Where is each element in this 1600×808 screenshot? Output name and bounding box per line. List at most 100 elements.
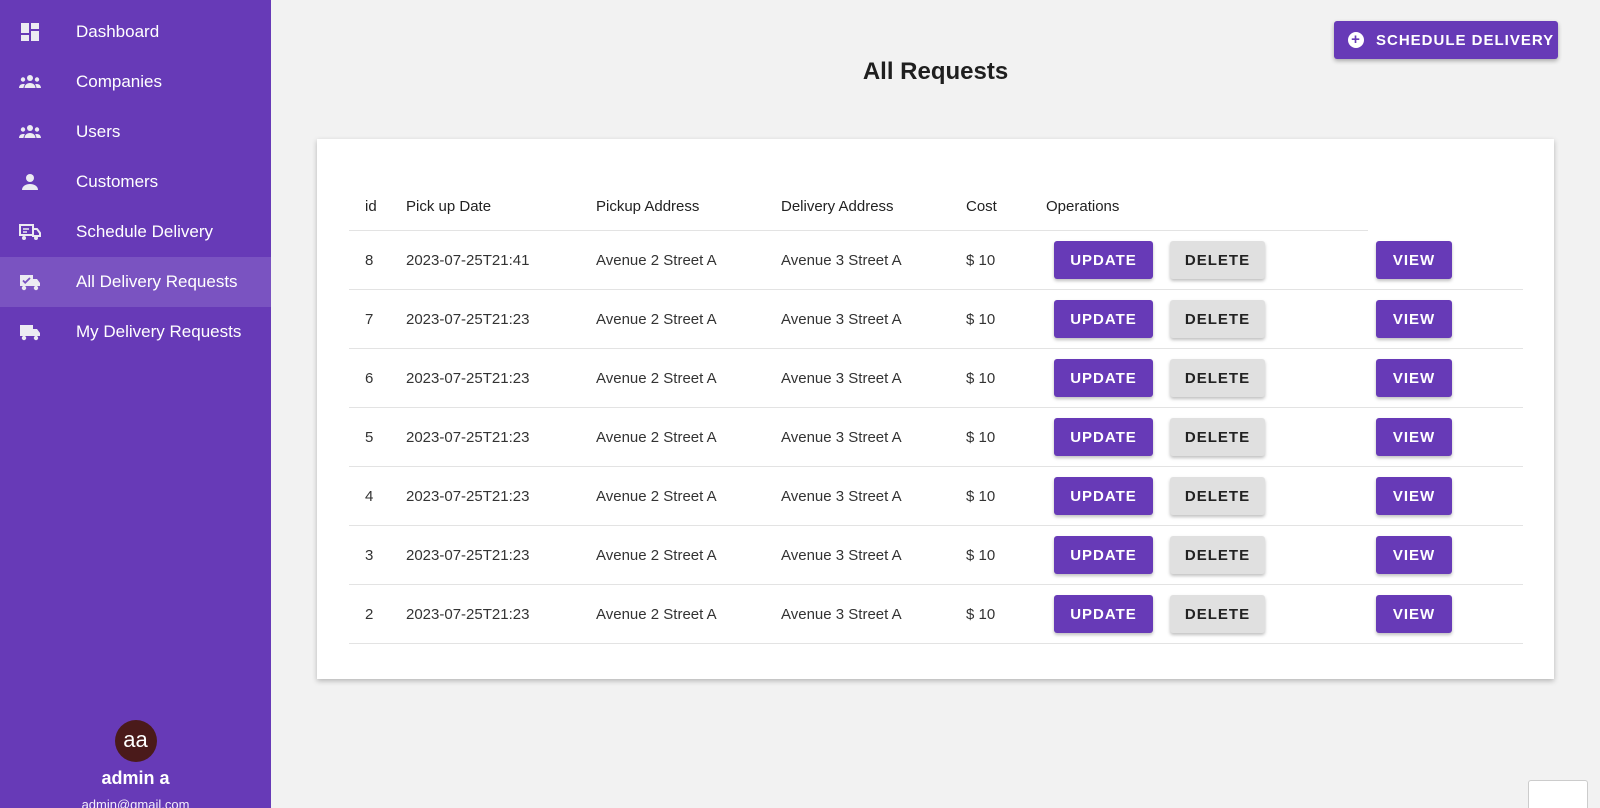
delete-button[interactable]: DELETE [1170, 300, 1265, 338]
schedule-delivery-label: SCHEDULE DELIVERY [1376, 31, 1555, 49]
cell-view: VIEW [1376, 418, 1523, 456]
delete-button[interactable]: DELETE [1170, 477, 1265, 515]
sidebar-item-customers[interactable]: Customers [0, 157, 271, 207]
table-row: 2 2023-07-25T21:23 Avenue 2 Street A Ave… [349, 585, 1523, 644]
cell-operations: UPDATE DELETE [1046, 595, 1376, 633]
delete-button[interactable]: DELETE [1170, 359, 1265, 397]
table-header: id Pick up Date Pickup Address Delivery … [349, 181, 1523, 231]
update-button[interactable]: UPDATE [1054, 418, 1153, 456]
sidebar-item-label: Users [76, 122, 121, 141]
delete-button[interactable]: DELETE [1170, 595, 1265, 633]
cell-operations: UPDATE DELETE [1046, 300, 1376, 338]
delete-button[interactable]: DELETE [1170, 418, 1265, 456]
sidebar-item-label: My Delivery Requests [76, 322, 242, 341]
cell-pickup-address: Avenue 2 Street A [596, 251, 717, 269]
cell-id: 8 [365, 251, 374, 269]
sidebar-item-dashboard[interactable]: Dashboard [0, 7, 271, 57]
requests-card: id Pick up Date Pickup Address Delivery … [317, 139, 1554, 679]
update-button[interactable]: UPDATE [1054, 536, 1153, 574]
cell-operations: UPDATE DELETE [1046, 536, 1376, 574]
table-row: 5 2023-07-25T21:23 Avenue 2 Street A Ave… [349, 408, 1523, 467]
view-button[interactable]: VIEW [1376, 241, 1452, 279]
dashboard-icon [18, 20, 42, 44]
cell-cost: $ 10 [966, 487, 996, 505]
page-title: All Requests [862, 58, 1009, 85]
table-row: 8 2023-07-25T21:41 Avenue 2 Street A Ave… [349, 231, 1523, 290]
column-header-id: id [365, 197, 377, 215]
person-icon [18, 170, 42, 194]
sidebar-item-schedule-delivery[interactable]: Schedule Delivery [0, 207, 271, 257]
view-button[interactable]: VIEW [1376, 418, 1452, 456]
schedule-delivery-button[interactable]: + SCHEDULE DELIVERY [1334, 21, 1558, 59]
sidebar: Dashboard Companies Users Customers Sche… [0, 0, 271, 808]
cell-view: VIEW [1376, 536, 1523, 574]
cell-cost: $ 10 [966, 251, 996, 269]
group-icon [18, 70, 42, 94]
column-header-pickup-address: Pickup Address [596, 197, 700, 215]
cell-view: VIEW [1376, 595, 1523, 633]
cell-id: 5 [365, 428, 374, 446]
delete-button[interactable]: DELETE [1170, 536, 1265, 574]
cell-delivery-address: Avenue 3 Street A [781, 428, 902, 446]
table-row: 3 2023-07-25T21:23 Avenue 2 Street A Ave… [349, 526, 1523, 585]
user-profile: aa admin a admin@gmail.com [0, 720, 271, 808]
cell-cost: $ 10 [966, 428, 996, 446]
cell-id: 3 [365, 546, 374, 564]
cell-delivery-address: Avenue 3 Street A [781, 605, 902, 623]
view-button[interactable]: VIEW [1376, 300, 1452, 338]
sidebar-nav: Dashboard Companies Users Customers Sche… [0, 0, 271, 357]
cell-pickup-address: Avenue 2 Street A [596, 310, 717, 328]
truck-schedule-icon [18, 220, 42, 244]
sidebar-item-label: Dashboard [76, 22, 160, 41]
sidebar-item-all-delivery-requests[interactable]: All Delivery Requests [0, 257, 271, 307]
cell-cost: $ 10 [966, 369, 996, 387]
sidebar-item-my-delivery-requests[interactable]: My Delivery Requests [0, 307, 271, 357]
update-button[interactable]: UPDATE [1054, 241, 1153, 279]
requests-table: id Pick up Date Pickup Address Delivery … [349, 181, 1523, 644]
cell-pickup-date: 2023-07-25T21:23 [406, 487, 530, 505]
cell-delivery-address: Avenue 3 Street A [781, 251, 902, 269]
cell-operations: UPDATE DELETE [1046, 359, 1376, 397]
profile-email: admin@gmail.com [81, 797, 190, 808]
update-button[interactable]: UPDATE [1054, 477, 1153, 515]
cell-pickup-address: Avenue 2 Street A [596, 605, 717, 623]
column-header-operations: Operations [1046, 197, 1120, 215]
cell-cost: $ 10 [966, 310, 996, 328]
view-button[interactable]: VIEW [1376, 359, 1452, 397]
cell-id: 2 [365, 605, 374, 623]
avatar[interactable]: aa [114, 720, 157, 762]
column-header-delivery-address: Delivery Address [781, 197, 894, 215]
truck-check-icon [18, 270, 42, 294]
update-button[interactable]: UPDATE [1054, 359, 1153, 397]
cell-view: VIEW [1376, 241, 1523, 279]
update-button[interactable]: UPDATE [1054, 595, 1153, 633]
add-circle-icon: + [1348, 32, 1364, 48]
delete-button[interactable]: DELETE [1170, 241, 1265, 279]
view-button[interactable]: VIEW [1376, 477, 1452, 515]
table-row: 6 2023-07-25T21:23 Avenue 2 Street A Ave… [349, 349, 1523, 408]
cell-id: 4 [365, 487, 374, 505]
sidebar-item-users[interactable]: Users [0, 107, 271, 157]
cell-cost: $ 10 [966, 605, 996, 623]
cell-pickup-date: 2023-07-25T21:23 [406, 310, 530, 328]
cell-pickup-address: Avenue 2 Street A [596, 428, 717, 446]
cell-delivery-address: Avenue 3 Street A [781, 487, 902, 505]
sidebar-item-companies[interactable]: Companies [0, 57, 271, 107]
cell-pickup-address: Avenue 2 Street A [596, 487, 717, 505]
cell-id: 6 [365, 369, 374, 387]
view-button[interactable]: VIEW [1376, 595, 1452, 633]
cell-operations: UPDATE DELETE [1046, 241, 1376, 279]
update-button[interactable]: UPDATE [1054, 300, 1153, 338]
cell-view: VIEW [1376, 300, 1523, 338]
cell-cost: $ 10 [966, 546, 996, 564]
sidebar-item-label: Schedule Delivery [76, 222, 214, 241]
cell-pickup-date: 2023-07-25T21:41 [406, 251, 530, 269]
cell-delivery-address: Avenue 3 Street A [781, 546, 902, 564]
corner-widget[interactable] [1528, 780, 1588, 808]
cell-id: 7 [365, 310, 374, 328]
cell-delivery-address: Avenue 3 Street A [781, 369, 902, 387]
view-button[interactable]: VIEW [1376, 536, 1452, 574]
sidebar-item-label: All Delivery Requests [76, 272, 238, 291]
sidebar-item-label: Customers [76, 172, 159, 191]
table-row: 4 2023-07-25T21:23 Avenue 2 Street A Ave… [349, 467, 1523, 526]
